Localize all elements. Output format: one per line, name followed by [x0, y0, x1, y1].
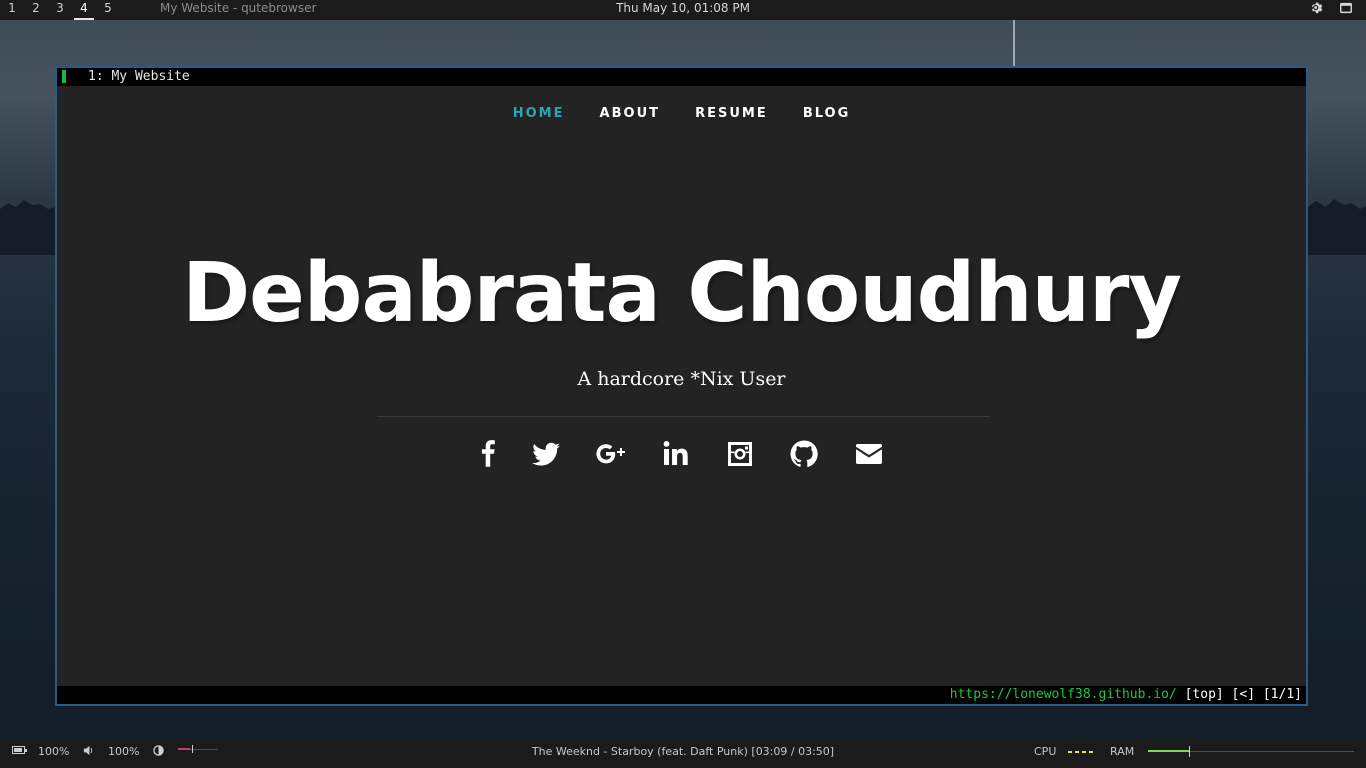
workspace-1[interactable]: 1 — [0, 0, 24, 20]
ram-marker — [1189, 746, 1190, 757]
status-url[interactable]: https://lonewolf38.github.io/ — [950, 687, 1177, 702]
ram-bar — [1148, 750, 1354, 752]
status-bar: https://lonewolf38.github.io/ [top] [<] … — [57, 686, 1306, 704]
nav-blog[interactable]: BLOG — [803, 106, 850, 121]
tab-my-website[interactable]: 1: My Website — [88, 68, 190, 86]
qutebrowser-window: 1: My Website HOME ABOUT RESUME BLOG Deb… — [55, 66, 1308, 706]
tab-bar: 1: My Website — [57, 68, 1306, 86]
gear-icon[interactable] — [1310, 1, 1326, 17]
ram-fill — [1148, 750, 1190, 752]
nav-about[interactable]: ABOUT — [600, 106, 660, 121]
now-playing[interactable]: The Weeknd - Starboy (feat. Daft Punk) [… — [0, 740, 1366, 764]
linkedin-icon[interactable] — [658, 436, 694, 472]
workspace-4[interactable]: 4 — [72, 0, 96, 20]
divider — [377, 416, 989, 417]
tab-indicator — [62, 70, 66, 83]
workspace-3[interactable]: 3 — [48, 0, 72, 20]
email-icon[interactable] — [851, 436, 887, 472]
nav-resume[interactable]: RESUME — [695, 106, 768, 121]
cpu-graph — [1068, 751, 1094, 753]
nav-home[interactable]: HOME — [513, 106, 565, 121]
instagram-icon[interactable] — [722, 436, 758, 472]
window-icon[interactable] — [1339, 1, 1355, 17]
active-window-title: My Website - qutebrowser — [160, 1, 317, 15]
workspace-5[interactable]: 5 — [96, 0, 120, 20]
status-position: [top] [<] [1/1] — [1176, 687, 1302, 702]
twitter-icon[interactable] — [528, 436, 564, 472]
facebook-icon[interactable] — [470, 436, 506, 472]
site-nav: HOME ABOUT RESUME BLOG — [57, 102, 1306, 121]
social-links — [57, 436, 1306, 476]
page-subtitle: A hardcore *Nix User — [577, 368, 786, 390]
top-panel: 1 2 3 4 5 My Website - qutebrowser Thu M… — [0, 0, 1366, 20]
google-plus-icon[interactable] — [593, 436, 629, 472]
workspace-2[interactable]: 2 — [24, 0, 48, 20]
web-page: HOME ABOUT RESUME BLOG Debabrata Choudhu… — [57, 86, 1306, 686]
ram-label: RAM — [1110, 745, 1135, 758]
cpu-label: CPU — [1034, 745, 1057, 758]
bottom-panel: 100% 100% The Weeknd - Starboy (feat. Da… — [0, 740, 1366, 768]
page-title: Debabrata Choudhury — [182, 246, 1182, 341]
github-icon[interactable] — [786, 436, 822, 472]
background-pole — [1013, 20, 1015, 66]
